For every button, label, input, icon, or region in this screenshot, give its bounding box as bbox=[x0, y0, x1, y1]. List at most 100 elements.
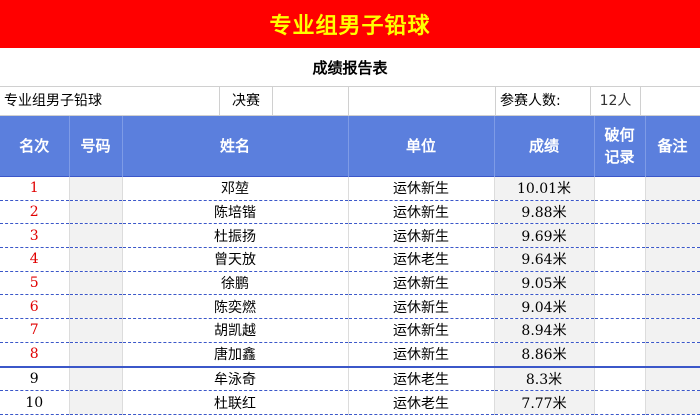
record-cell[interactable] bbox=[594, 294, 646, 320]
score-cell[interactable]: 8.86米 bbox=[494, 342, 595, 368]
rank-cell[interactable]: 7 bbox=[0, 318, 70, 343]
record-header-line1: 破何 bbox=[604, 126, 635, 144]
table-row: 3 杜振扬 运休新生 9.69米 bbox=[0, 223, 700, 249]
number-cell[interactable] bbox=[69, 294, 123, 320]
unit-cell[interactable]: 运休新生 bbox=[348, 318, 495, 343]
remark-cell[interactable] bbox=[645, 223, 700, 249]
col-header-name[interactable]: 姓名 bbox=[122, 116, 349, 177]
rank-cell[interactable]: 4 bbox=[0, 247, 70, 272]
athlete-name-cell[interactable]: 唐加鑫 bbox=[122, 342, 349, 368]
remark-cell[interactable] bbox=[645, 200, 700, 225]
unit-cell[interactable]: 运休新生 bbox=[348, 294, 495, 320]
athlete-name-cell[interactable]: 杜振扬 bbox=[122, 223, 349, 249]
score-cell[interactable]: 8.94米 bbox=[494, 318, 595, 343]
number-cell[interactable] bbox=[69, 318, 123, 343]
score-cell[interactable]: 9.88米 bbox=[494, 200, 595, 225]
remark-cell[interactable] bbox=[645, 365, 700, 392]
col-header-record[interactable]: 破何 记录 bbox=[594, 116, 646, 177]
score-cell[interactable]: 9.64米 bbox=[494, 247, 595, 272]
participants-label-cell[interactable]: 参赛人数: bbox=[496, 87, 591, 115]
unit-cell[interactable]: 运休新生 bbox=[348, 223, 495, 249]
record-cell[interactable] bbox=[594, 176, 646, 201]
athlete-name-cell[interactable]: 曾天放 bbox=[122, 247, 349, 272]
number-cell[interactable] bbox=[69, 365, 123, 392]
athlete-name-cell[interactable]: 徐鹏 bbox=[122, 271, 349, 296]
stage-cell[interactable]: 决赛 bbox=[220, 87, 273, 115]
unit-cell[interactable]: 运休老生 bbox=[348, 247, 495, 272]
score-cell[interactable]: 8.3米 bbox=[494, 365, 595, 392]
remark-cell[interactable] bbox=[645, 294, 700, 320]
record-cell[interactable] bbox=[594, 342, 646, 368]
record-cell[interactable] bbox=[594, 271, 646, 296]
athlete-name-cell[interactable]: 牟泳奇 bbox=[122, 365, 349, 392]
remark-cell[interactable] bbox=[645, 318, 700, 343]
number-cell[interactable] bbox=[69, 223, 123, 249]
score-cell[interactable]: 9.05米 bbox=[494, 271, 595, 296]
rank-cell[interactable]: 1 bbox=[0, 176, 70, 201]
rank-cell[interactable]: 3 bbox=[0, 223, 70, 249]
table-row: 7 胡凯越 运休新生 8.94米 bbox=[0, 318, 700, 343]
record-cell[interactable] bbox=[594, 223, 646, 249]
table-row: 10 杜联红 运休老生 7.77米 bbox=[0, 390, 700, 415]
table-row: 5 徐鹏 运休新生 9.05米 bbox=[0, 271, 700, 296]
event-name-cell[interactable]: 专业组男子铅球 bbox=[0, 87, 220, 115]
table-row: 4 曾天放 运休老生 9.64米 bbox=[0, 247, 700, 272]
score-cell[interactable]: 10.01米 bbox=[494, 176, 595, 201]
rank-cell[interactable]: 2 bbox=[0, 200, 70, 225]
athlete-name-cell[interactable]: 胡凯越 bbox=[122, 318, 349, 343]
record-cell[interactable] bbox=[594, 365, 646, 392]
table-row: 6 陈奕燃 运休新生 9.04米 bbox=[0, 294, 700, 320]
participants-count-cell[interactable]: 12人 bbox=[591, 87, 641, 115]
unit-cell[interactable]: 运休老生 bbox=[348, 390, 495, 415]
number-cell[interactable] bbox=[69, 271, 123, 296]
rank-cell[interactable]: 9 bbox=[0, 365, 70, 392]
rank-cell[interactable]: 6 bbox=[0, 294, 70, 320]
score-cell[interactable]: 9.69米 bbox=[494, 223, 595, 249]
table-row: 2 陈培锴 运休新生 9.88米 bbox=[0, 200, 700, 225]
record-cell[interactable] bbox=[594, 390, 646, 415]
results-body: 1 邓堃 运休新生 10.01米 2 陈培锴 运休新生 9.88米 3 杜振扬 运休新生 9.69米 4… bbox=[0, 176, 700, 415]
record-header-line2: 记录 bbox=[604, 148, 635, 166]
unit-cell[interactable]: 运休新生 bbox=[348, 200, 495, 225]
table-row: 9 牟泳奇 运休老生 8.3米 bbox=[0, 365, 700, 392]
page-title: 专业组男子铅球 bbox=[0, 0, 700, 48]
rank-cell[interactable]: 5 bbox=[0, 271, 70, 296]
athlete-name-cell[interactable]: 陈奕燃 bbox=[122, 294, 349, 320]
number-cell[interactable] bbox=[69, 342, 123, 368]
remark-cell[interactable] bbox=[645, 390, 700, 415]
unit-cell[interactable]: 运休老生 bbox=[348, 365, 495, 392]
record-cell[interactable] bbox=[594, 318, 646, 343]
col-header-unit[interactable]: 单位 bbox=[348, 116, 495, 177]
score-cell[interactable]: 9.04米 bbox=[494, 294, 595, 320]
remark-cell[interactable] bbox=[645, 271, 700, 296]
score-cell[interactable]: 7.77米 bbox=[494, 390, 595, 415]
athlete-name-cell[interactable]: 杜联红 bbox=[122, 390, 349, 415]
unit-cell[interactable]: 运休新生 bbox=[348, 342, 495, 368]
rank-cell[interactable]: 10 bbox=[0, 390, 70, 415]
unit-cell[interactable]: 运休新生 bbox=[348, 176, 495, 201]
blank-cell[interactable] bbox=[273, 87, 349, 115]
remark-cell[interactable] bbox=[645, 176, 700, 201]
record-cell[interactable] bbox=[594, 247, 646, 272]
athlete-name-cell[interactable]: 陈培锴 bbox=[122, 200, 349, 225]
rank-cell[interactable]: 8 bbox=[0, 342, 70, 368]
table-row: 8 唐加鑫 运休新生 8.86米 bbox=[0, 342, 700, 368]
blank-cell[interactable] bbox=[349, 87, 496, 115]
number-cell[interactable] bbox=[69, 390, 123, 415]
col-header-rank[interactable]: 名次 bbox=[0, 116, 70, 177]
number-cell[interactable] bbox=[69, 200, 123, 225]
athlete-name-cell[interactable]: 邓堃 bbox=[122, 176, 349, 201]
table-header-row: 名次 号码 姓名 单位 成绩 破何 记录 备注 bbox=[0, 116, 700, 177]
col-header-score[interactable]: 成绩 bbox=[494, 116, 595, 177]
col-header-number[interactable]: 号码 bbox=[69, 116, 123, 177]
record-cell[interactable] bbox=[594, 200, 646, 225]
info-row: 专业组男子铅球 决赛 参赛人数: 12人 bbox=[0, 87, 700, 116]
report-subtitle: 成绩报告表 bbox=[0, 48, 700, 87]
blank-cell[interactable] bbox=[641, 87, 700, 115]
number-cell[interactable] bbox=[69, 247, 123, 272]
col-header-remark[interactable]: 备注 bbox=[645, 116, 700, 177]
remark-cell[interactable] bbox=[645, 342, 700, 368]
number-cell[interactable] bbox=[69, 176, 123, 201]
unit-cell[interactable]: 运休新生 bbox=[348, 271, 495, 296]
remark-cell[interactable] bbox=[645, 247, 700, 272]
